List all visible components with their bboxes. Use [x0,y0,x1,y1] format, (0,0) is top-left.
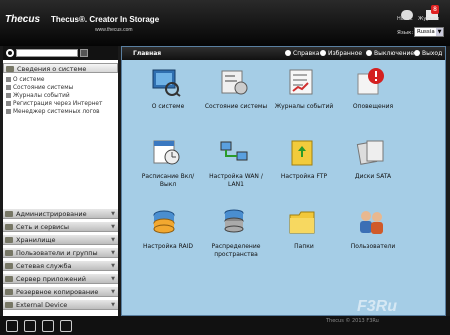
disk-button-icon[interactable] [24,320,36,332]
item-icon [6,85,11,90]
raid-icon [153,210,175,234]
watermark: F3Ru [357,298,397,315]
chevron-down-icon[interactable]: ▼ [436,28,443,36]
sidebar-section-system-info[interactable]: Сведения о системе [3,63,118,73]
chevron-down-icon: ▼ [111,263,115,269]
tile-system-status[interactable]: Состояние системы [203,67,269,137]
schedule-icon [153,140,180,165]
item-icon [6,77,11,82]
power-button-icon[interactable] [6,320,18,332]
app-server-icon [5,276,13,282]
network-button-icon[interactable] [60,320,72,332]
gear-icon[interactable] [6,49,14,57]
help-icon [285,50,291,56]
tools-icon [5,211,13,217]
sidebar-section-network-service[interactable]: Сетевая служба ▼ [3,261,118,271]
tile-raid-setup[interactable]: Настройка RAID [135,207,201,277]
item-icon [6,101,11,106]
bottom-bar [0,316,450,335]
search-button[interactable] [80,49,88,57]
chevron-down-icon: ▼ [111,276,115,282]
sidebar-item-registration[interactable]: Регистрация через Интернет [6,100,102,108]
network-icon [220,141,248,161]
slogan: Thecus®. Creator In Storage [51,15,160,24]
sidebar-item-logs[interactable]: Журналы событий [6,92,70,100]
item-icon [6,109,11,114]
tile-schedule[interactable]: Расписание Вкл/Выкл [135,137,201,207]
sidebar-section-network[interactable]: Сеть и сервисы ▼ [3,222,118,232]
main-content: Главная Справка Избранное Выключение Вых… [121,46,446,316]
favorites-link[interactable]: Избранное [320,50,362,57]
storage-icon [5,237,13,243]
log-label[interactable]: Журнал [418,16,439,22]
space-allocation-icon [224,209,244,233]
power-icon [366,50,372,56]
shutdown-link[interactable]: Выключение [366,50,414,57]
tile-system-info[interactable]: О системе [135,67,201,137]
item-icon [6,93,11,98]
notification-icon [357,68,384,95]
tile-folders[interactable]: Папки [271,207,337,277]
chevron-down-icon: ▼ [111,250,115,256]
log-count-badge: 8 [431,5,439,14]
language-label: Язык: [397,30,414,36]
chevron-down-icon: ▼ [111,224,115,230]
language-select[interactable]: Russia ▼ [414,27,444,37]
sidebar-section-users[interactable]: Пользователи и группы ▼ [3,248,118,258]
sidebar-section-app-server[interactable]: Сервер приложений ▼ [3,274,118,284]
news-label[interactable]: Новос [397,16,413,22]
top-bar: Thecus Thecus®. Creator In Storage www.t… [0,0,450,46]
network-icon [5,224,13,230]
folder-icon [289,211,315,234]
search-input[interactable] [16,49,78,57]
sidebar-section-external[interactable]: External Device ▼ [3,300,118,310]
sidebar-section-label: Сведения о системе [17,65,87,73]
users-icon [5,250,13,256]
sidebar-section-backup[interactable]: Резервное копирование ▼ [3,287,118,297]
info-icon [6,66,14,72]
chevron-down-icon: ▼ [111,289,115,295]
heart-icon [320,50,326,56]
chevron-down-icon: ▼ [111,211,115,217]
event-logs-icon [289,69,313,95]
site-url: www.thecus.com [95,27,133,33]
tile-sata-disks[interactable]: Диски SATA [340,137,406,207]
sidebar-item-syslog[interactable]: Менеджер системных логов [6,108,100,116]
sidebar-search-bar [3,46,118,60]
logo: Thecus [5,14,41,25]
tile-network-setup[interactable]: Настройка WAN / LAN1 [203,137,269,207]
monitor-button-icon[interactable] [42,320,54,332]
logout-link[interactable]: Выход [414,50,442,57]
system-status-icon [221,70,248,95]
sidebar-section-admin[interactable]: Администрирование ▼ [3,209,118,219]
content-header: Главная Справка Избранное Выключение Вых… [122,47,445,60]
tile-notifications[interactable]: Оповещения [340,67,406,137]
disk-icon [356,140,384,165]
chevron-down-icon: ▼ [111,237,115,243]
tile-ftp-setup[interactable]: Настройка FTP [271,137,337,207]
external-device-icon [5,302,13,308]
users-icon [360,211,383,234]
service-icon [5,263,13,269]
tile-users[interactable]: Пользователи [340,207,406,277]
ftp-icon [291,140,313,166]
logout-icon [414,50,420,56]
watermark-caption: Thecus © 2013 F3Ru [326,318,379,324]
language-value: Russia [417,29,435,35]
sidebar-item-status[interactable]: Состояние системы [6,84,73,92]
tile-space-allocation[interactable]: Распределение пространства [203,207,269,277]
chevron-down-icon: ▼ [111,302,115,308]
help-link[interactable]: Справка [285,50,319,57]
sidebar: Сведения о системе О системе Состояние с… [3,46,118,316]
backup-icon [5,289,13,295]
sidebar-item-about[interactable]: О системе [6,76,44,84]
sidebar-section-storage[interactable]: Хранилище ▼ [3,235,118,245]
breadcrumb: Главная [133,50,162,57]
tile-event-logs[interactable]: Журналы событий [271,67,337,137]
system-info-icon [152,69,181,97]
